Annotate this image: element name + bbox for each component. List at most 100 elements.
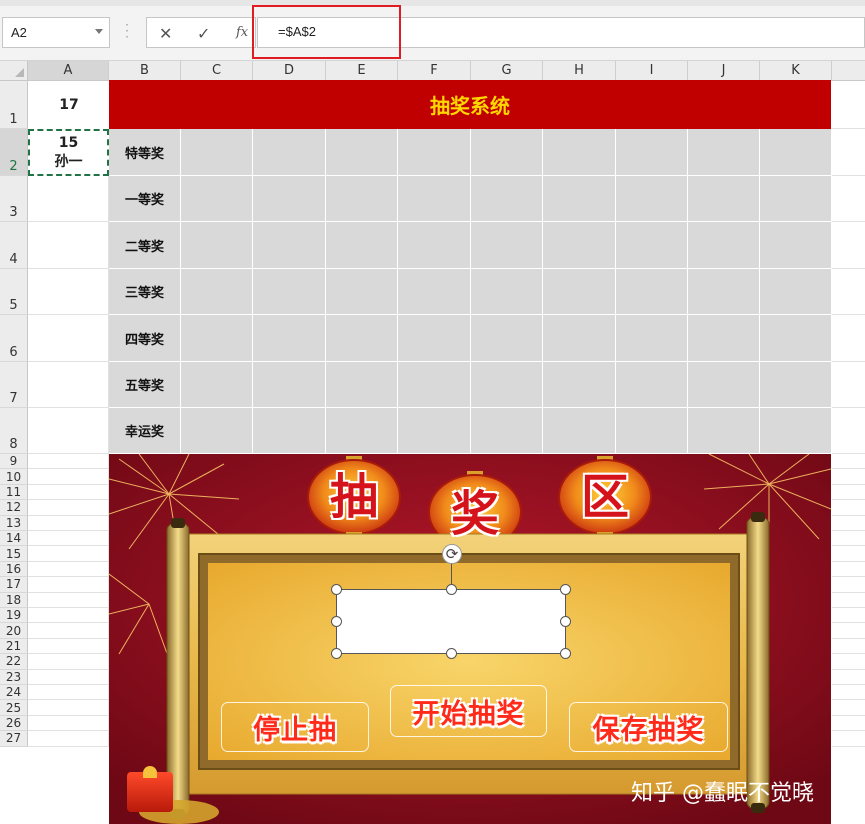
- cell-a18[interactable]: [28, 592, 109, 608]
- prize-winner-cell[interactable]: [688, 315, 760, 362]
- resize-handle-right[interactable]: [560, 616, 571, 627]
- prize-winner-cell[interactable]: [760, 408, 832, 454]
- prize-winner-cell[interactable]: [326, 315, 398, 362]
- stop-lottery-button[interactable]: 停止抽: [221, 702, 369, 752]
- prize-winner-cell[interactable]: [760, 362, 832, 408]
- prize-winner-cell[interactable]: [616, 129, 688, 176]
- cell-overflow[interactable]: [832, 716, 865, 732]
- prize-winner-cell[interactable]: [253, 315, 326, 362]
- prize-winner-cell[interactable]: [760, 269, 832, 315]
- row-header-6[interactable]: 6: [0, 315, 28, 362]
- cell-overflow[interactable]: [832, 700, 865, 716]
- prize-winner-cell[interactable]: [181, 315, 253, 362]
- prize-winner-cell[interactable]: [543, 362, 616, 408]
- cell-a25[interactable]: [28, 700, 109, 716]
- cell-a24[interactable]: [28, 685, 109, 701]
- row-header-19[interactable]: 19: [0, 608, 28, 624]
- column-header-j[interactable]: J: [688, 61, 760, 81]
- prize-winner-cell[interactable]: [543, 315, 616, 362]
- cell-a16[interactable]: [28, 561, 109, 578]
- start-lottery-button[interactable]: 开始抽奖: [390, 685, 547, 737]
- cell-overflow[interactable]: [832, 593, 865, 608]
- cell-overflow[interactable]: [832, 546, 865, 562]
- name-box[interactable]: A2: [2, 17, 110, 48]
- prize-label[interactable]: 一等奖: [109, 176, 181, 222]
- cell-overflow[interactable]: [832, 654, 865, 670]
- row-header-27[interactable]: 27: [0, 731, 28, 747]
- row-header-5[interactable]: 5: [0, 269, 28, 315]
- prize-winner-cell[interactable]: [398, 129, 471, 176]
- cell-a19[interactable]: [28, 608, 109, 624]
- prize-label[interactable]: 幸运奖: [109, 408, 181, 454]
- prize-winner-cell[interactable]: [398, 408, 471, 454]
- prize-winner-cell[interactable]: [181, 408, 253, 454]
- row-header-1[interactable]: 1: [0, 81, 28, 129]
- prize-winner-cell[interactable]: [398, 176, 471, 222]
- column-header-k[interactable]: K: [760, 61, 832, 81]
- prize-label[interactable]: 四等奖: [109, 315, 181, 362]
- cell-overflow[interactable]: [832, 362, 865, 408]
- prize-winner-cell[interactable]: [616, 315, 688, 362]
- cell-overflow[interactable]: [832, 577, 865, 593]
- prize-winner-cell[interactable]: [326, 176, 398, 222]
- row-header-18[interactable]: 18: [0, 592, 28, 608]
- prize-winner-cell[interactable]: [543, 129, 616, 176]
- cell-a3[interactable]: [28, 176, 109, 222]
- row-header-8[interactable]: 8: [0, 408, 28, 454]
- cell-overflow[interactable]: [832, 469, 865, 485]
- column-header-c[interactable]: C: [181, 61, 253, 81]
- cell-a22[interactable]: [28, 654, 109, 670]
- prize-winner-cell[interactable]: [326, 129, 398, 176]
- row-header-10[interactable]: 10: [0, 469, 28, 485]
- resize-handle-bottom[interactable]: [446, 648, 457, 659]
- prize-winner-cell[interactable]: [181, 362, 253, 408]
- row-header-17[interactable]: 17: [0, 577, 28, 593]
- cell-overflow[interactable]: [832, 176, 865, 222]
- row-header-15[interactable]: 15: [0, 546, 28, 562]
- prize-label[interactable]: 特等奖: [109, 129, 181, 176]
- cell-a21[interactable]: [28, 638, 109, 655]
- prize-winner-cell[interactable]: [471, 315, 543, 362]
- column-header-d[interactable]: D: [253, 61, 326, 81]
- column-header-g[interactable]: G: [471, 61, 543, 81]
- prize-winner-cell[interactable]: [253, 222, 326, 269]
- prize-winner-cell[interactable]: [760, 129, 832, 176]
- cell-a10[interactable]: [28, 469, 109, 485]
- prize-winner-cell[interactable]: [471, 176, 543, 222]
- prize-winner-cell[interactable]: [616, 222, 688, 269]
- cell-a20[interactable]: [28, 623, 109, 639]
- prize-winner-cell[interactable]: [688, 269, 760, 315]
- cell-overflow[interactable]: [832, 129, 865, 176]
- column-header-b[interactable]: B: [109, 61, 181, 81]
- cell-overflow[interactable]: [832, 531, 865, 547]
- cell-a14[interactable]: [28, 531, 109, 547]
- rotate-handle-icon[interactable]: ⟳: [442, 544, 462, 564]
- row-header-24[interactable]: 24: [0, 685, 28, 701]
- column-header-f[interactable]: F: [398, 61, 471, 81]
- cell-a1[interactable]: 17: [29, 81, 109, 129]
- prize-winner-cell[interactable]: [471, 222, 543, 269]
- prize-winner-cell[interactable]: [543, 176, 616, 222]
- prize-winner-cell[interactable]: [760, 315, 832, 362]
- prize-winner-cell[interactable]: [326, 222, 398, 269]
- prize-winner-cell[interactable]: [616, 408, 688, 454]
- row-header-26[interactable]: 26: [0, 715, 28, 732]
- cell-a27[interactable]: [28, 731, 109, 747]
- resize-handle-top[interactable]: [446, 584, 457, 595]
- cell-overflow[interactable]: [832, 454, 865, 470]
- resize-handle-bottom-right[interactable]: [560, 648, 571, 659]
- cell-overflow[interactable]: [832, 269, 865, 315]
- row-header-23[interactable]: 23: [0, 669, 28, 685]
- prize-label[interactable]: 三等奖: [109, 269, 181, 315]
- prize-winner-cell[interactable]: [253, 176, 326, 222]
- prize-winner-cell[interactable]: [181, 176, 253, 222]
- prize-winner-cell[interactable]: [398, 315, 471, 362]
- row-header-7[interactable]: 7: [0, 362, 28, 408]
- lottery-title[interactable]: 抽奖系统: [109, 80, 831, 129]
- prize-winner-cell[interactable]: [688, 408, 760, 454]
- prize-winner-cell[interactable]: [616, 269, 688, 315]
- column-header-i[interactable]: I: [616, 61, 688, 81]
- cell-a2-selected[interactable]: 15 孙一: [28, 129, 109, 176]
- prize-winner-cell[interactable]: [253, 129, 326, 176]
- cell-overflow[interactable]: [832, 685, 865, 701]
